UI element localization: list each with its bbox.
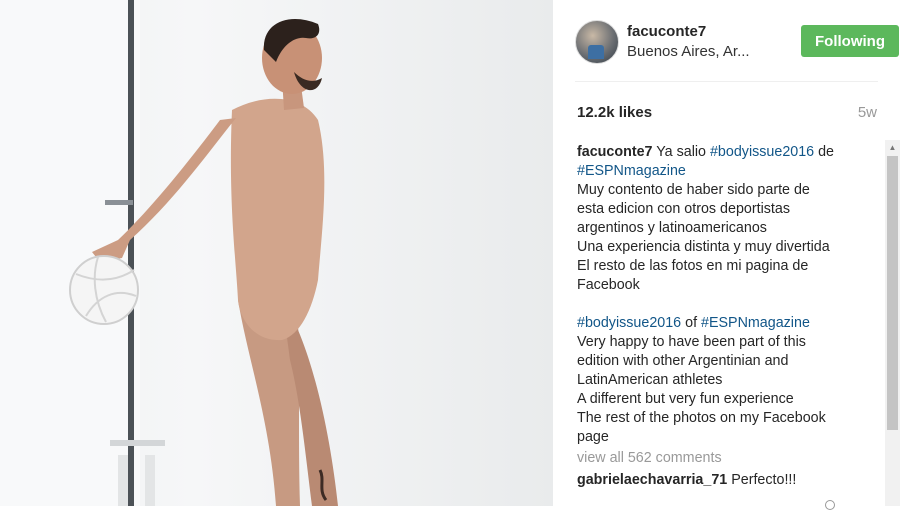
- caption-line-7: El resto de las fotos en mi pagina de: [577, 258, 809, 274]
- caption-line-6: Una experiencia distinta y muy divertida: [577, 239, 830, 255]
- caption-line-2: #ESPNmagazine: [577, 162, 882, 181]
- comment-row: gabrielaechavarria_71 Perfecto!!!: [577, 471, 882, 490]
- caption-line-5: argentinos y latinoamericanos: [577, 220, 767, 236]
- hashtag-link[interactable]: #ESPNmagazine: [701, 315, 810, 331]
- likes-count[interactable]: 12.2k likes: [577, 104, 652, 121]
- comments-scroll-area[interactable]: facuconte7 Ya salio #bodyissue2016 de #E…: [577, 143, 882, 506]
- caption-text: of: [681, 315, 702, 331]
- following-button[interactable]: Following: [801, 25, 899, 57]
- caption-line-13: A different but very fun experience: [577, 391, 794, 407]
- caption-line-10: Very happy to have been part of this: [577, 334, 806, 350]
- comment-username[interactable]: gabrielaechavarria_71: [577, 472, 727, 488]
- post-header: facuconte7 Buenos Aires, Ar... Following: [575, 20, 899, 64]
- caption-line-1: facuconte7 Ya salio #bodyissue2016 de: [577, 143, 882, 162]
- post-photo[interactable]: [0, 0, 553, 506]
- hashtag-link[interactable]: #ESPNmagazine: [577, 163, 686, 179]
- comment-text: Perfecto!!!: [727, 472, 797, 488]
- hashtag-link[interactable]: #bodyissue2016: [577, 315, 681, 331]
- caption-line-15: page: [577, 429, 609, 445]
- caption-line-3: Muy contento de haber sido parte de: [577, 182, 810, 198]
- caption-username[interactable]: facuconte7: [577, 144, 652, 160]
- caption-line-12: LatinAmerican athletes: [577, 372, 723, 388]
- hashtag-link[interactable]: #bodyissue2016: [710, 144, 814, 160]
- comments-scrollbar[interactable]: ▲: [885, 140, 900, 506]
- caption-line-14: The rest of the photos on my Facebook: [577, 410, 826, 426]
- scrollbar-thumb[interactable]: [887, 156, 898, 430]
- caption-line-11: edition with other Argentinian and: [577, 353, 789, 369]
- scroll-up-arrow-icon[interactable]: ▲: [885, 140, 900, 155]
- view-all-comments-link[interactable]: view all 562 comments: [577, 449, 882, 468]
- post-image: [0, 0, 338, 506]
- header-divider: [575, 81, 878, 82]
- caption-line-4: esta edicion con otros deportistas: [577, 201, 790, 217]
- loading-icon: [825, 500, 835, 510]
- caption-line-8: Facebook: [577, 277, 640, 293]
- caption-line-9: #bodyissue2016 of #ESPNmagazine: [577, 314, 882, 333]
- header-location[interactable]: Buenos Aires, Ar...: [627, 43, 750, 60]
- caption-text: de: [814, 144, 834, 160]
- avatar[interactable]: [575, 20, 619, 64]
- post-age[interactable]: 5w: [858, 104, 877, 121]
- post-sidebar: facuconte7 Buenos Aires, Ar... Following…: [553, 0, 900, 506]
- caption-text: Ya salio: [656, 144, 710, 160]
- header-username[interactable]: facuconte7: [627, 23, 706, 40]
